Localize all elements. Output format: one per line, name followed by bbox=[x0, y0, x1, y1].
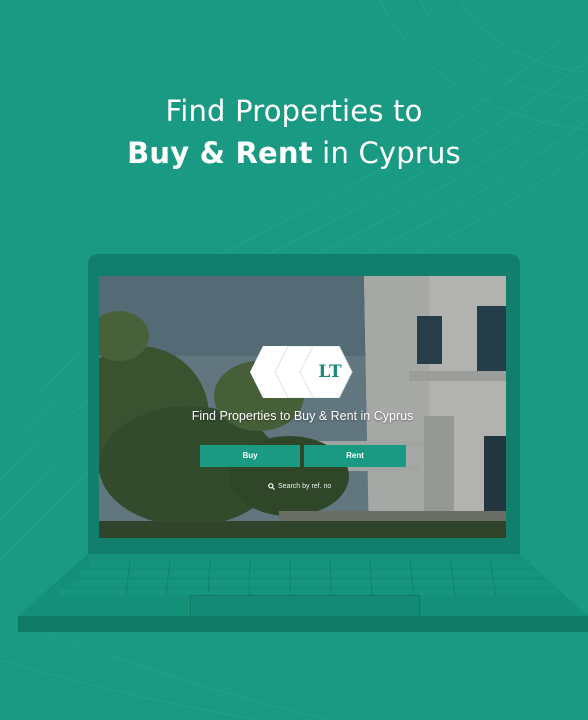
hero-headline: Find Properties to Buy & Rent in Cyprus bbox=[0, 90, 588, 174]
headline-line-1: Find Properties to bbox=[165, 94, 423, 128]
photo-overlay bbox=[99, 276, 506, 538]
laptop-keyboard bbox=[60, 559, 560, 597]
rent-button[interactable]: Rent bbox=[304, 445, 406, 467]
logo-text: LT bbox=[318, 362, 342, 382]
search-ref-label: Search by ref. no bbox=[278, 483, 332, 490]
headline-line-2: Buy & Rent in Cyprus bbox=[0, 132, 588, 174]
search-icon bbox=[268, 482, 275, 490]
headline-rest: in Cyprus bbox=[312, 136, 461, 170]
headline-bold: Buy & Rent bbox=[127, 136, 313, 170]
laptop-screen: LT Find Properties to Buy & Rent in Cypr… bbox=[99, 276, 506, 538]
screen-tagline: Find Properties to Buy & Rent in Cyprus bbox=[191, 409, 414, 423]
laptop-base-front bbox=[18, 616, 588, 632]
search-by-ref-link[interactable]: Search by ref. no bbox=[268, 481, 331, 493]
buy-button[interactable]: Buy bbox=[200, 445, 300, 467]
